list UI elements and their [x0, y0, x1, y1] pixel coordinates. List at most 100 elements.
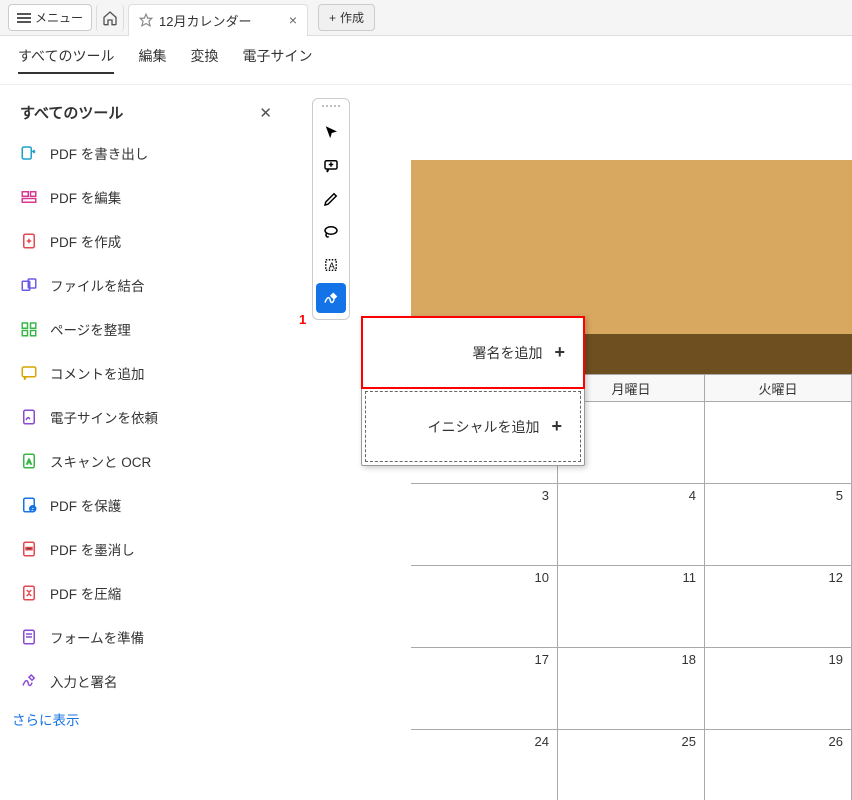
tool-item-label: PDF を作成 — [50, 231, 121, 251]
tool-item-combine[interactable]: ファイルを結合 — [10, 265, 280, 305]
star-icon — [139, 13, 153, 27]
topbar: メニュー 12月カレンダー × + 作成 — [0, 0, 852, 36]
add-signature-label: 署名を追加 — [472, 343, 542, 363]
tool-item-export[interactable]: PDF を書き出し — [10, 133, 280, 173]
scan-icon: A — [20, 452, 38, 470]
hamburger-icon — [17, 13, 31, 23]
plus-icon: + — [329, 11, 336, 25]
add-initials-label: イニシャルを追加 — [427, 417, 539, 437]
plus-icon: + — [554, 342, 565, 363]
create-pdf-icon — [20, 232, 38, 250]
menu-button[interactable]: メニュー — [8, 4, 92, 31]
tool-item-organize[interactable]: ページを整理 — [10, 309, 280, 349]
calendar-cell: 3 — [411, 484, 558, 566]
tool-item-form[interactable]: フォームを準備 — [10, 617, 280, 657]
calendar-row: 101112 — [411, 566, 852, 648]
calendar-row: 171819 — [411, 648, 852, 730]
tool-item-label: ファイルを結合 — [50, 275, 145, 295]
tool-list: PDF を書き出し PDF を編集 PDF を作成ファイルを結合ページを整理コメント… — [10, 133, 280, 701]
comment-tool[interactable] — [316, 151, 346, 181]
form-icon — [20, 628, 38, 646]
panel-header: すべてのツール ✕ — [10, 102, 280, 133]
export-icon — [20, 144, 38, 162]
toolbar-grip[interactable] — [321, 105, 341, 111]
tools-panel: すべてのツール ✕ PDF を書き出し PDF を編集 PDF を作成ファイルを結合… — [0, 88, 290, 751]
add-signature-button[interactable]: 署名を追加 + — [361, 316, 585, 389]
calendar-cell: 12 — [705, 566, 852, 648]
calendar-cell: 26 — [705, 730, 852, 800]
calendar-cell: 5 — [705, 484, 852, 566]
tool-item-compress[interactable]: PDF を圧縮 — [10, 573, 280, 613]
tool-item-label: PDF を圧縮 — [50, 583, 121, 603]
svg-text:A: A — [329, 261, 335, 271]
calendar-cell: 4 — [558, 484, 705, 566]
day-header: 火曜日 — [705, 374, 852, 402]
calendar-cell: 17 — [411, 648, 558, 730]
calendar-cell — [705, 402, 852, 484]
combine-icon — [20, 276, 38, 294]
nav-all-tools[interactable]: すべてのツール — [18, 46, 114, 74]
tool-item-comment[interactable]: コメントを追加 — [10, 353, 280, 393]
vertical-toolbar: A — [312, 98, 350, 320]
nav-esign[interactable]: 電子サイン — [242, 46, 312, 74]
menu-label: メニュー — [35, 9, 83, 26]
signature-popup: 署名を追加 + イニシャルを追加 + — [361, 316, 585, 466]
create-label: 作成 — [340, 9, 364, 26]
tool-item-label: PDF を書き出し — [50, 143, 148, 163]
tab-title: 12月カレンダー — [159, 11, 251, 30]
tool-item-scan[interactable]: A スキャンと OCR — [10, 441, 280, 481]
home-icon — [102, 10, 118, 26]
calendar-cell: 24 — [411, 730, 558, 800]
nav-edit[interactable]: 編集 — [138, 46, 166, 74]
tool-item-label: PDF を保護 — [50, 495, 121, 515]
lasso-tool[interactable] — [316, 217, 346, 247]
document-view: 月曜日火曜日 345101112171819242526 — [411, 160, 852, 800]
compress-icon — [20, 584, 38, 602]
pencil-tool[interactable] — [316, 184, 346, 214]
tool-item-fill-sign[interactable]: 入力と署名 — [10, 661, 280, 701]
show-more-link[interactable]: さらに表示 — [10, 701, 280, 737]
tab-close-button[interactable]: × — [289, 12, 297, 28]
tool-item-label: フォームを準備 — [50, 627, 144, 647]
svg-text:A: A — [27, 459, 32, 466]
fill-sign-icon — [20, 672, 38, 690]
tool-item-label: ページを整理 — [50, 319, 131, 339]
redact-icon — [20, 540, 38, 558]
annotation-1: 1 — [299, 312, 306, 327]
tool-item-label: 入力と署名 — [50, 671, 118, 691]
calendar-cell: 10 — [411, 566, 558, 648]
plus-icon: + — [551, 416, 562, 437]
tool-item-label: スキャンと OCR — [50, 451, 151, 471]
nav-convert[interactable]: 変換 — [190, 46, 218, 74]
calendar-cell: 25 — [558, 730, 705, 800]
tool-item-create-pdf[interactable]: PDF を作成 — [10, 221, 280, 261]
home-button[interactable] — [96, 4, 124, 32]
calendar-cell: 11 — [558, 566, 705, 648]
pointer-tool[interactable] — [316, 118, 346, 148]
document-tab[interactable]: 12月カレンダー × — [128, 4, 308, 36]
panel-close-button[interactable]: ✕ — [259, 104, 272, 122]
add-initials-button[interactable]: イニシャルを追加 + — [365, 391, 581, 462]
tool-item-request-sign[interactable]: 電子サインを依頼 — [10, 397, 280, 437]
sign-tool[interactable] — [316, 283, 346, 313]
tool-item-edit-pdf[interactable]: PDF を編集 — [10, 177, 280, 217]
calendar-row: 242526 — [411, 730, 852, 800]
calendar-cell: 18 — [558, 648, 705, 730]
calendar-row: 345 — [411, 484, 852, 566]
tool-item-label: PDF を編集 — [50, 187, 121, 207]
secondary-nav: すべてのツール 編集 変換 電子サイン — [0, 36, 852, 85]
tool-item-label: 電子サインを依頼 — [50, 407, 158, 427]
tool-item-label: PDF を墨消し — [50, 539, 135, 559]
calendar-cell: 19 — [705, 648, 852, 730]
tool-item-label: コメントを追加 — [50, 363, 145, 383]
text-select-tool[interactable]: A — [316, 250, 346, 280]
organize-icon — [20, 320, 38, 338]
calendar-banner — [411, 160, 852, 334]
tool-item-redact[interactable]: PDF を墨消し — [10, 529, 280, 569]
request-sign-icon — [20, 408, 38, 426]
tool-item-protect[interactable]: PDF を保護 — [10, 485, 280, 525]
create-button[interactable]: + 作成 — [318, 4, 375, 31]
protect-icon — [20, 496, 38, 514]
comment-icon — [20, 364, 38, 382]
panel-title: すべてのツール — [20, 102, 123, 123]
